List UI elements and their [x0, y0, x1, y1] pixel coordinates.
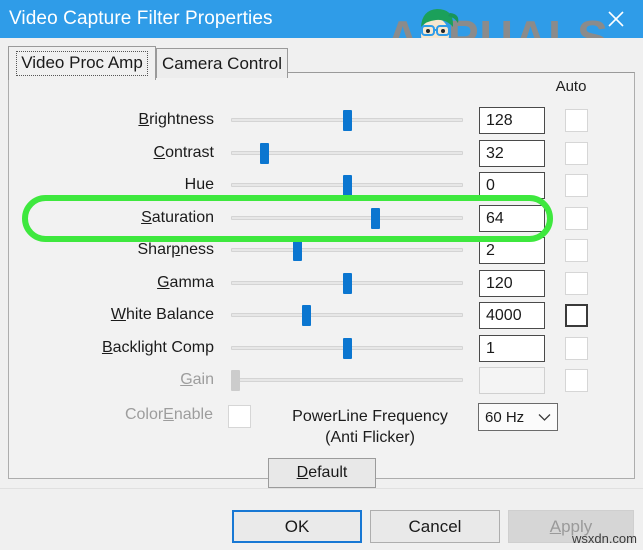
tab-camera-control-label: Camera Control [162, 53, 282, 73]
slider-thumb[interactable] [371, 207, 380, 229]
control-label-saturation: Saturation [141, 208, 214, 226]
slider-track [231, 215, 463, 220]
slider-thumb[interactable] [343, 110, 352, 131]
slider-sharpness[interactable] [231, 234, 463, 266]
value-input-backlight-comp[interactable]: 1 [479, 334, 545, 362]
title-bar: Video Capture Filter Properties [0, 0, 643, 38]
slider-gain [231, 364, 463, 396]
close-icon[interactable] [593, 0, 639, 38]
auto-checkbox-gain [565, 369, 588, 392]
auto-checkbox-saturation [565, 206, 588, 230]
value-input-contrast[interactable]: 32 [479, 139, 545, 167]
slider-white-balance[interactable] [231, 299, 463, 331]
color-enable-checkbox[interactable] [228, 405, 251, 428]
control-row-sharpness: Sharpness 2 [9, 234, 634, 266]
control-label-hue: Hue [184, 176, 214, 193]
slider-contrast[interactable] [231, 137, 463, 169]
tab-camera-control[interactable]: Camera Control [156, 48, 288, 78]
cancel-button-label: Cancel [408, 516, 462, 536]
control-label-backlight-comp: Backlight Comp [101, 338, 214, 356]
control-label-sharpness: Sharpness [137, 241, 215, 258]
slider-thumb[interactable] [343, 337, 352, 359]
auto-checkbox-brightness [565, 109, 588, 132]
control-label-gamma: Gamma [157, 273, 214, 291]
control-label-white-balance: White Balance [110, 306, 214, 323]
control-row-hue: Hue 0 [9, 169, 634, 201]
value-input-sharpness[interactable]: 2 [479, 237, 545, 264]
value-input-gain [479, 367, 545, 394]
default-button[interactable]: Default [268, 458, 376, 488]
powerline-frequency-label: PowerLine Frequency (Anti Flicker) [270, 406, 470, 448]
powerline-frequency-label-line2: (Anti Flicker) [325, 429, 415, 446]
control-label-gain: Gain [180, 371, 214, 388]
auto-checkbox-white-balance[interactable] [565, 304, 588, 327]
slider-backlight-comp[interactable] [231, 332, 463, 364]
ok-button-label: OK [284, 516, 310, 536]
slider-brightness[interactable] [231, 104, 463, 136]
slider-thumb [231, 370, 240, 391]
slider-thumb[interactable] [260, 142, 269, 164]
control-row-gamma: Gamma 120 [9, 267, 634, 299]
window-title: Video Capture Filter Properties [9, 8, 273, 29]
slider-thumb[interactable] [293, 240, 302, 261]
tab-video-proc-amp[interactable]: Video Proc Amp [8, 46, 156, 80]
value-input-gamma[interactable]: 120 [479, 269, 545, 297]
auto-checkbox-hue [565, 174, 588, 197]
slider-track [231, 313, 463, 317]
control-row-backlight-comp: Backlight Comp 1 [9, 332, 634, 364]
control-row-contrast: Contrast 32 [9, 137, 634, 169]
tab-video-proc-amp-label: Video Proc Amp [16, 51, 148, 76]
cancel-button[interactable]: Cancel [370, 510, 500, 543]
ok-button[interactable]: OK [232, 510, 362, 543]
wsxdn-watermark: wsxdn.com [571, 531, 637, 546]
slider-thumb[interactable] [302, 305, 311, 326]
auto-column-header: Auto [555, 78, 587, 95]
powerline-frequency-label-line1: PowerLine Frequency [292, 408, 448, 425]
control-row-gain: Gain [9, 364, 634, 396]
auto-checkbox-gamma [565, 271, 588, 295]
control-label-contrast: Contrast [153, 143, 214, 161]
slider-thumb[interactable] [343, 272, 352, 294]
control-label-brightness: Brightness [138, 111, 214, 128]
value-input-hue[interactable]: 0 [479, 172, 545, 199]
slider-thumb[interactable] [343, 175, 352, 196]
default-button-label: Default [296, 464, 348, 481]
value-input-white-balance[interactable]: 4000 [479, 302, 545, 329]
slider-gamma[interactable] [231, 267, 463, 299]
slider-track [231, 378, 463, 382]
color-enable-label: ColorEnable [124, 406, 213, 423]
powerline-frequency-value: 60 Hz [485, 408, 525, 426]
control-row-saturation: Saturation 64 [9, 202, 634, 234]
slider-saturation[interactable] [231, 202, 463, 234]
control-row-white-balance: White Balance 4000 [9, 299, 634, 331]
slider-hue[interactable] [231, 169, 463, 201]
value-input-saturation[interactable]: 64 [479, 204, 545, 232]
powerline-frequency-select[interactable]: 60 Hz [478, 403, 558, 431]
value-input-brightness[interactable]: 128 [479, 107, 545, 134]
auto-checkbox-contrast [565, 141, 588, 165]
chevron-down-icon [537, 410, 551, 424]
auto-checkbox-sharpness [565, 239, 588, 262]
control-row-brightness: Brightness 128 [9, 104, 634, 136]
video-capture-filter-properties-dialog: Video Capture Filter Properties A PUALS [0, 0, 643, 550]
dialog-button-bar: OK Cancel Apply wsxdn.com [0, 488, 643, 550]
slider-track [231, 248, 463, 252]
auto-checkbox-backlight-comp [565, 336, 588, 360]
